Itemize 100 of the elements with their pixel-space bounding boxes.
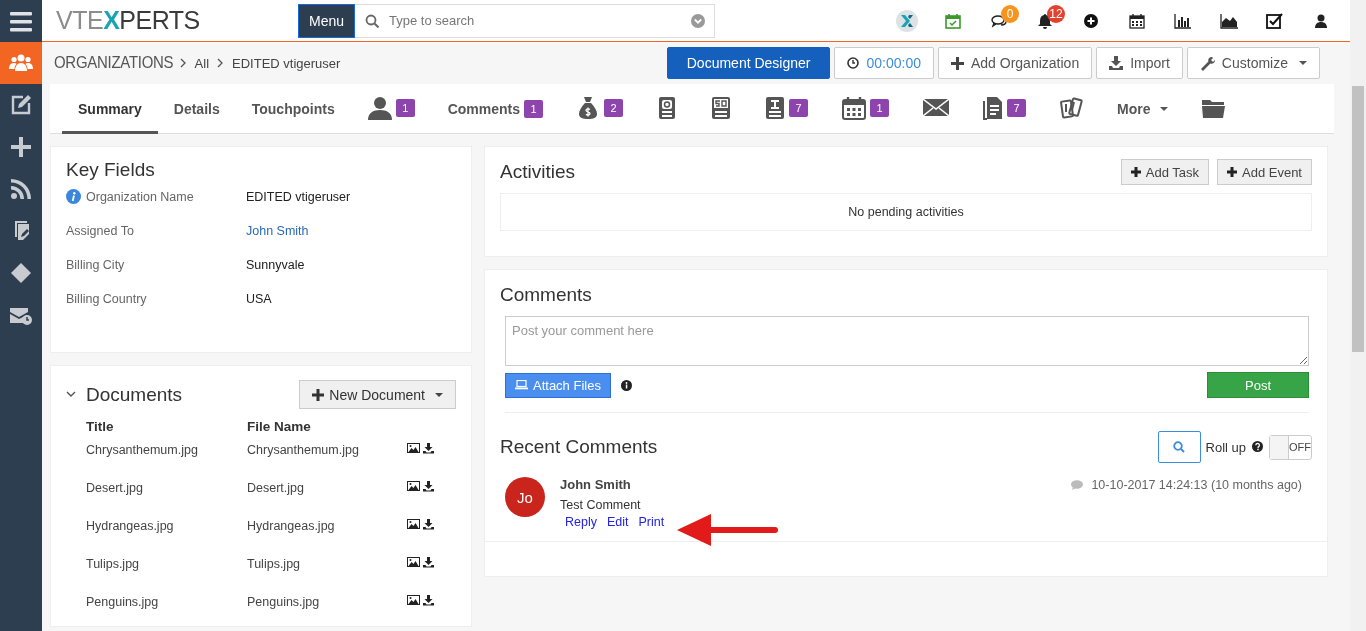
info-icon	[66, 189, 81, 204]
wrench-icon	[1199, 55, 1215, 71]
comment-action-link[interactable]: Print	[638, 515, 665, 529]
calendar-check-icon	[945, 12, 961, 29]
empty-message: No pending activities	[500, 193, 1312, 231]
tab[interactable]: Comments 1	[431, 84, 560, 134]
field-value: USA	[246, 292, 273, 306]
roll-up-toggle[interactable]: OFF	[1269, 434, 1312, 460]
tab[interactable]: Details	[157, 84, 236, 134]
section-title: Recent Comments	[500, 436, 658, 458]
count-badge: 1	[870, 98, 890, 117]
x-logo-icon	[896, 9, 918, 32]
search-field[interactable]: Type to search	[355, 3, 716, 38]
chevron-right-icon	[217, 58, 225, 68]
field-label: Billing City	[66, 258, 125, 272]
collapse-toggle[interactable]	[66, 391, 76, 398]
search-icon	[365, 13, 380, 28]
count-badge: 1	[524, 100, 544, 118]
download-button[interactable]	[423, 519, 434, 533]
area-chart-icon	[1219, 12, 1239, 29]
import-button[interactable]: Import	[1096, 47, 1183, 79]
download-button[interactable]	[423, 443, 434, 457]
diamond-icon	[9, 261, 33, 285]
tab[interactable]: 1	[825, 84, 907, 134]
checkbox-icon	[1266, 12, 1284, 29]
field-value: EDITED vtigeruser	[246, 189, 352, 204]
file-name: Hydrangeas.jpg	[247, 519, 336, 533]
count-badge: 1	[395, 98, 415, 117]
add-button[interactable]: Add Organization	[938, 47, 1093, 79]
menu-icon	[10, 10, 32, 32]
calendar-icon	[842, 95, 867, 120]
laptop-icon	[515, 380, 528, 390]
chevron-right-icon	[179, 58, 187, 68]
comment-time: 10-10-2017 14:24:13 (10 months ago)	[1091, 477, 1302, 492]
download-icon	[423, 519, 434, 530]
new-document-button[interactable]: New Document	[299, 380, 456, 409]
plus-icon	[951, 56, 964, 70]
notification-count: 12	[1047, 4, 1065, 23]
more-menu-tab[interactable]: More	[1101, 84, 1184, 134]
add-button[interactable]: Add Event	[1217, 159, 1312, 185]
tab[interactable]: 1	[350, 84, 432, 134]
image-icon	[407, 557, 420, 567]
dropdown-icon	[691, 13, 706, 28]
download-button[interactable]	[423, 595, 434, 609]
document-title[interactable]: Penguins.jpg	[86, 595, 247, 609]
breadcrumb-item[interactable]: EDITED vtigeruser	[232, 55, 341, 71]
field-link[interactable]: John Smith	[246, 224, 456, 238]
document-title[interactable]: Hydrangeas.jpg	[86, 519, 247, 533]
search-button[interactable]	[1157, 431, 1201, 463]
tab[interactable]: 7	[748, 84, 826, 134]
plus-icon	[312, 388, 325, 401]
comment-author: John Smith	[560, 477, 631, 492]
chat-icon	[990, 13, 1008, 28]
module-title[interactable]: ORGANIZATIONS	[54, 53, 174, 73]
field-value: Sunnyvale	[246, 258, 306, 272]
document-designer-button[interactable]: Document Designer	[666, 47, 831, 79]
breadcrumb-item[interactable]: All	[194, 55, 210, 71]
tab[interactable]: 2	[559, 84, 641, 134]
notification-count: 0	[1001, 4, 1019, 23]
comment-icon	[1071, 479, 1084, 490]
tab[interactable]: Touchpoints	[235, 84, 351, 134]
tab[interactable]: 7	[966, 84, 1044, 134]
document-title[interactable]: Desert.jpg	[86, 481, 247, 495]
download-icon	[423, 557, 434, 568]
comment-action-link[interactable]: Reply	[565, 515, 597, 529]
timer-button[interactable]: 00:00:00	[834, 47, 934, 79]
avatar: Jo	[505, 477, 545, 517]
calendar-icon	[1129, 12, 1145, 29]
edit-icon	[9, 93, 33, 117]
column-header: Title	[86, 419, 115, 436]
download-button[interactable]	[423, 481, 434, 495]
comment-field[interactable]: Post your comment here	[505, 316, 1309, 366]
tickets-icon	[1060, 95, 1085, 120]
rss-feed-icon	[9, 177, 33, 201]
bar-chart-icon	[1174, 12, 1192, 29]
image-icon	[407, 519, 420, 529]
help-icon	[1252, 440, 1263, 452]
document-title[interactable]: Chrysanthemum.jpg	[86, 443, 247, 457]
field-label: Billing Country	[66, 292, 147, 306]
download-icon	[423, 595, 434, 606]
quote-document-icon	[657, 95, 678, 120]
scrollbar-thumb[interactable]	[1352, 86, 1364, 352]
logo: VTEXPERTS	[56, 6, 201, 35]
download-icon	[423, 481, 434, 492]
count-badge: 7	[1007, 98, 1027, 117]
tab[interactable]: Summary	[62, 84, 158, 134]
comment-action-link[interactable]: Edit	[606, 515, 629, 529]
image-icon	[407, 481, 420, 491]
count-badge: 7	[789, 98, 809, 117]
contact-icon	[367, 95, 392, 120]
comment-text: Test Comment	[560, 498, 642, 512]
menu-button[interactable]: Menu	[298, 3, 356, 38]
panel-title: Comments	[500, 284, 593, 306]
download-button[interactable]	[423, 557, 434, 571]
customize-button[interactable]: Customize	[1186, 47, 1320, 79]
document-title[interactable]: Tulips.jpg	[86, 557, 247, 571]
add-button[interactable]: Add Task	[1120, 159, 1209, 185]
user-icon	[1315, 13, 1327, 28]
bell-button[interactable]: 12	[1022, 0, 1068, 41]
sidebar-item[interactable]	[0, 42, 42, 84]
